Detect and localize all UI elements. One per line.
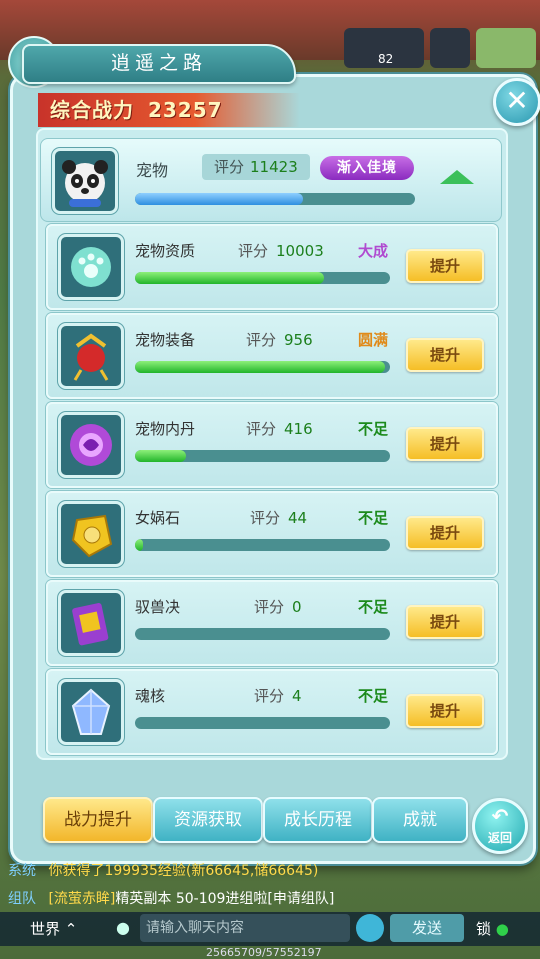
row-score: 评分 416 bbox=[246, 418, 313, 439]
paw-orb-icon bbox=[58, 234, 124, 300]
pet-rank-badge: 渐入佳境 bbox=[320, 156, 414, 180]
player-level: 82 bbox=[378, 52, 394, 66]
total-power: 综合战力 23257 bbox=[38, 93, 300, 127]
microphone-icon[interactable]: ● bbox=[116, 918, 130, 937]
pet-progress-fill bbox=[135, 193, 303, 205]
row-name: 宠物资质 bbox=[135, 242, 196, 260]
close-button[interactable]: ✕ bbox=[493, 78, 540, 126]
power-value: 23257 bbox=[147, 98, 223, 122]
row-progress-bar bbox=[135, 450, 390, 462]
upgrade-button[interactable]: 提升 bbox=[406, 338, 484, 372]
channel-select[interactable]: 世界 ⌃ bbox=[30, 918, 77, 939]
row-status: 圆满 bbox=[358, 331, 389, 349]
back-label: 返回 bbox=[487, 831, 512, 845]
row-score-label: 评分 bbox=[250, 509, 281, 527]
channel-label: 世界 bbox=[30, 920, 61, 938]
chat-player-link[interactable]: [流萤赤眸] bbox=[48, 891, 115, 907]
upgrade-button[interactable]: 提升 bbox=[406, 427, 484, 461]
gold-stone-icon bbox=[58, 501, 124, 567]
collapse-arrow-icon[interactable] bbox=[440, 170, 474, 184]
chat-input[interactable]: 请输入聊天内容 bbox=[140, 914, 350, 942]
back-arrow-icon: ↶ bbox=[491, 804, 509, 828]
lock-toggle[interactable]: 锁 ● bbox=[476, 918, 509, 939]
upgrade-button[interactable]: 提升 bbox=[406, 249, 484, 283]
row-score-value: 4 bbox=[292, 687, 302, 705]
row-progress-bar bbox=[135, 539, 390, 551]
row-status: 不足 bbox=[358, 509, 389, 527]
row-name: 女娲石 bbox=[135, 509, 181, 527]
chat-channel: 系统 bbox=[8, 863, 36, 879]
pet-panda-icon bbox=[52, 148, 118, 214]
chat-channel: 组队 bbox=[8, 891, 36, 907]
bell-equipment-icon bbox=[58, 323, 124, 389]
position-readout: 25665709/57552197 bbox=[206, 946, 322, 959]
chat-text: 精英副本 50-109进组啦[申请组队] bbox=[115, 891, 335, 907]
row-score-label: 评分 bbox=[254, 598, 285, 616]
row-progress-bar bbox=[135, 628, 390, 640]
pet-name: 宠物 bbox=[136, 161, 169, 180]
row-score-value: 44 bbox=[288, 509, 308, 527]
upgrade-button[interactable]: 提升 bbox=[406, 694, 484, 728]
row-name: 宠物内丹 bbox=[135, 420, 196, 438]
row-name: 魂核 bbox=[135, 687, 166, 705]
row-score-value: 416 bbox=[284, 420, 313, 438]
row-score: 评分 4 bbox=[254, 685, 302, 706]
row-score: 评分 44 bbox=[250, 507, 307, 528]
row-score: 评分 0 bbox=[254, 596, 302, 617]
row-status: 不足 bbox=[358, 598, 389, 616]
panel-title: 逍遥之路 bbox=[22, 44, 296, 84]
back-button[interactable]: ↶ 返回 bbox=[472, 798, 528, 854]
purple-orb-icon bbox=[58, 412, 124, 478]
row-score-label: 评分 bbox=[246, 420, 277, 438]
row-score-label: 评分 bbox=[238, 242, 269, 260]
row-name: 宠物装备 bbox=[135, 331, 196, 349]
row-progress-fill bbox=[135, 361, 385, 373]
upgrade-button[interactable]: 提升 bbox=[406, 605, 484, 639]
row-progress-fill bbox=[135, 539, 143, 551]
row-name: 驭兽决 bbox=[135, 598, 181, 616]
row-progress-bar bbox=[135, 717, 390, 729]
send-button[interactable]: 发送 bbox=[390, 914, 464, 942]
row-score-label: 评分 bbox=[254, 687, 285, 705]
row-progress-fill bbox=[135, 450, 186, 462]
pet-score: 评分 11423 bbox=[202, 154, 310, 180]
pet-score-label: 评分 bbox=[214, 158, 245, 176]
crystal-icon bbox=[58, 679, 124, 745]
row-score-label: 评分 bbox=[246, 331, 277, 349]
row-score-value: 10003 bbox=[276, 242, 324, 260]
row-progress-fill bbox=[135, 272, 324, 284]
upgrade-button[interactable]: 提升 bbox=[406, 516, 484, 550]
lock-label: 锁 bbox=[476, 920, 492, 938]
chat-line-team: 组队 [流萤赤眸]精英副本 50-109进组啦[申请组队] bbox=[8, 888, 334, 908]
tab-growth-history[interactable]: 成长历程 bbox=[263, 797, 373, 843]
row-score: 评分 10003 bbox=[238, 240, 324, 261]
row-score-value: 0 bbox=[292, 598, 302, 616]
chat-text: 你获得了199935经验(新66645,储66645) bbox=[48, 863, 319, 879]
tab-resources[interactable]: 资源获取 bbox=[153, 797, 263, 843]
pet-score-value: 11423 bbox=[250, 158, 298, 176]
row-progress-bar bbox=[135, 361, 390, 373]
pet-progress-bar bbox=[135, 193, 415, 205]
row-status: 不足 bbox=[358, 687, 389, 705]
power-label: 综合战力 bbox=[50, 98, 134, 122]
emoji-icon[interactable] bbox=[356, 914, 384, 942]
row-score: 评分 956 bbox=[246, 329, 313, 350]
chat-line-system: 系统 你获得了199935经验(新66645,储66645) bbox=[8, 860, 318, 880]
row-score-value: 956 bbox=[284, 331, 313, 349]
row-progress-bar bbox=[135, 272, 390, 284]
book-icon bbox=[58, 590, 124, 656]
row-status: 大成 bbox=[358, 242, 389, 260]
top-hud-panel-2 bbox=[430, 28, 470, 68]
row-status: 不足 bbox=[358, 420, 389, 438]
tab-power-up[interactable]: 战力提升 bbox=[43, 797, 153, 843]
tab-achievements[interactable]: 成就 bbox=[372, 797, 468, 843]
player-avatar[interactable] bbox=[476, 28, 536, 68]
